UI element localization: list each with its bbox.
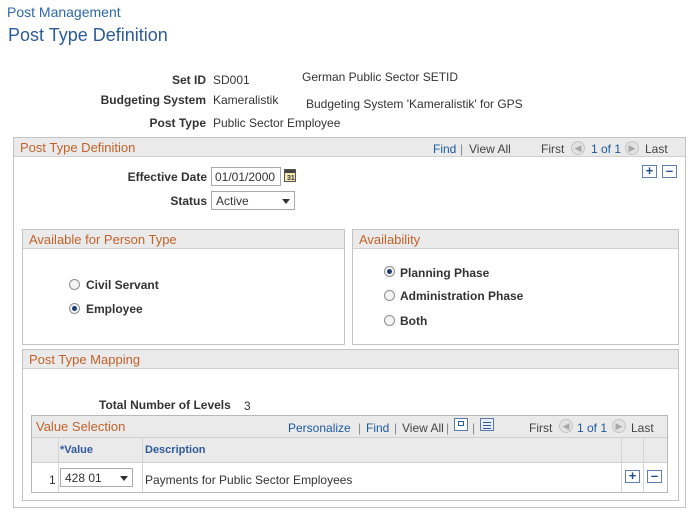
- administration-phase-label: Administration Phase: [400, 289, 524, 303]
- first-label: First: [541, 142, 565, 156]
- both-label: Both: [400, 314, 428, 328]
- column-header-value[interactable]: *Value: [60, 444, 93, 456]
- availability-header: Availability: [353, 230, 678, 249]
- row-number: 1: [49, 473, 56, 487]
- value-selection-grid: Value Selection Personalize | Find | Vie…: [31, 415, 668, 493]
- download-icon[interactable]: [480, 418, 494, 431]
- value-selected: 428 01: [65, 471, 102, 485]
- chevron-down-icon: [282, 199, 290, 204]
- setid-label: Set ID: [171, 73, 206, 87]
- grid-row-count: 1 of 1: [577, 421, 608, 435]
- status-select[interactable]: Active: [211, 191, 295, 210]
- availability-title: Availability: [359, 232, 421, 247]
- grid-first-label: First: [529, 421, 553, 435]
- delete-icon[interactable]: –: [662, 164, 677, 178]
- separator: |: [358, 421, 362, 435]
- planning-phase-label: Planning Phase: [400, 266, 490, 280]
- zoom-icon[interactable]: [454, 418, 468, 431]
- view-all-link[interactable]: View All: [469, 142, 511, 156]
- person-type-header: Available for Person Type: [23, 230, 344, 249]
- post-type-label: Post Type: [149, 116, 206, 130]
- radio-civil-servant[interactable]: [69, 279, 80, 290]
- prev-arrow-icon[interactable]: ◀: [571, 141, 585, 155]
- delete-row-icon[interactable]: –: [647, 469, 662, 483]
- post-type-value: Public Sector Employee: [213, 116, 341, 130]
- status-selected-value: Active: [216, 194, 249, 208]
- find-link[interactable]: Find: [433, 142, 456, 156]
- budgeting-system-description: Budgeting System 'Kameralistik' for GPS: [306, 97, 523, 111]
- mapping-header: Post Type Mapping: [23, 350, 678, 369]
- person-type-title: Available for Person Type: [29, 232, 177, 247]
- radio-both[interactable]: [384, 315, 395, 326]
- grid-column-header-row: *Value Description: [32, 438, 667, 463]
- total-levels-value: 3: [244, 399, 251, 413]
- chevron-down-icon: [120, 476, 128, 481]
- grid-find-link[interactable]: Find: [366, 421, 389, 435]
- page-title: Post Type Definition: [8, 25, 168, 45]
- value-select[interactable]: 428 01: [60, 468, 133, 487]
- next-arrow-icon[interactable]: ▶: [625, 141, 639, 155]
- budgeting-system-value: Kameralistik: [213, 93, 279, 107]
- add-row-icon[interactable]: +: [625, 469, 640, 483]
- definition-header: Post Type Definition Find | View All Fir…: [14, 138, 685, 157]
- last-label: Last: [645, 142, 668, 156]
- grid-view-all-link[interactable]: View All: [402, 421, 444, 435]
- effective-date-input[interactable]: 01/01/2000: [211, 167, 281, 186]
- grid-last-label: Last: [631, 421, 654, 435]
- status-label: Status: [170, 194, 207, 208]
- radio-planning-phase[interactable]: [384, 266, 395, 277]
- personalize-link[interactable]: Personalize: [288, 421, 351, 435]
- total-levels-label: Total Number of Levels: [99, 398, 231, 412]
- effective-date-label: Effective Date: [127, 170, 207, 184]
- value-selection-title: Value Selection: [36, 419, 126, 434]
- value-selection-header: Value Selection Personalize | Find | Vie…: [32, 416, 667, 438]
- mapping-title: Post Type Mapping: [29, 352, 141, 367]
- separator: |: [394, 421, 398, 435]
- add-icon[interactable]: +: [642, 164, 657, 178]
- separator: |: [472, 421, 476, 435]
- radio-administration-phase[interactable]: [384, 290, 395, 301]
- separator: |: [460, 142, 464, 156]
- row-description: Payments for Public Sector Employees: [145, 473, 353, 487]
- definition-title: Post Type Definition: [20, 140, 136, 155]
- prev-arrow-icon[interactable]: ◀: [559, 419, 573, 433]
- column-header-description[interactable]: Description: [145, 444, 206, 456]
- calendar-icon[interactable]: 31: [284, 169, 296, 182]
- table-row: 1 428 01 Payments for Public Sector Empl…: [32, 464, 667, 492]
- row-count: 1 of 1: [591, 142, 622, 156]
- budgeting-system-label: Budgeting System: [100, 93, 206, 107]
- setid-description: German Public Sector SETID: [302, 70, 459, 84]
- employee-label: Employee: [86, 302, 143, 316]
- breadcrumb[interactable]: Post Management: [7, 4, 121, 20]
- civil-servant-label: Civil Servant: [86, 278, 159, 292]
- next-arrow-icon[interactable]: ▶: [612, 419, 626, 433]
- setid-value: SD001: [213, 73, 250, 87]
- separator: |: [446, 421, 450, 435]
- radio-employee[interactable]: [69, 303, 80, 314]
